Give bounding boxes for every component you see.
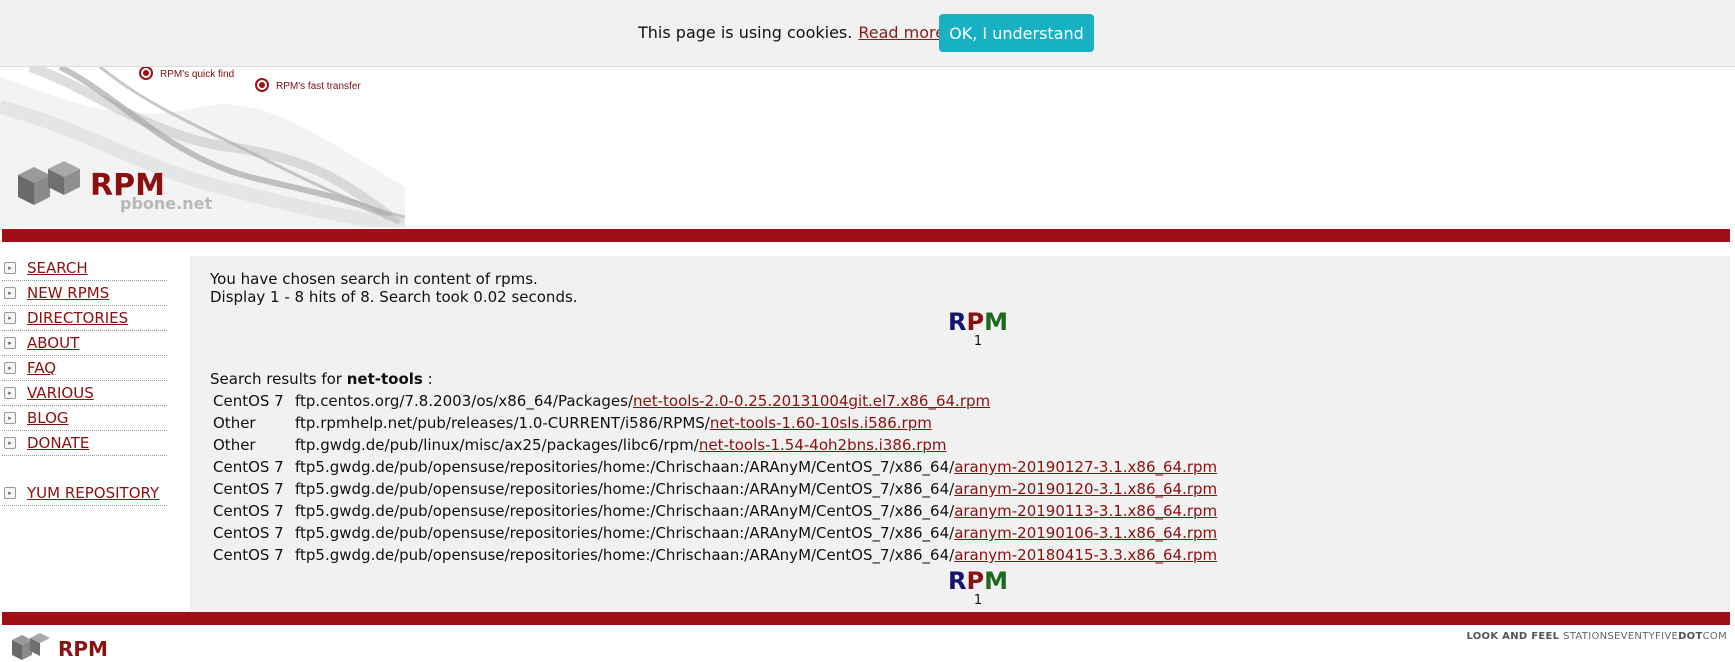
result-package-link[interactable]: aranym-20180415-3.3.x86_64.rpm xyxy=(954,546,1217,564)
result-row: CentOS 7 ftp5.gwdg.de/pub/opensuse/reposi… xyxy=(213,522,1217,544)
intro-line-1: You have chosen search in content of rpm… xyxy=(210,270,538,288)
result-distribution: CentOS 7 xyxy=(213,458,284,476)
result-distribution: Other xyxy=(213,414,256,432)
results-heading: Search results for net-tools : xyxy=(210,370,433,388)
sidebar-item-label[interactable]: YUM REPOSITORY xyxy=(27,484,159,502)
cookie-message: This page is using cookies. Read more xyxy=(638,23,945,42)
result-path: ftp5.gwdg.de/pub/opensuse/repositories/h… xyxy=(295,458,955,476)
result-path: ftp5.gwdg.de/pub/opensuse/repositories/h… xyxy=(295,546,955,564)
pager-page-link[interactable]: 1 xyxy=(928,334,1028,349)
result-path: ftp.gwdg.de/pub/linux/misc/ax25/packages… xyxy=(295,436,699,454)
result-distribution: CentOS 7 xyxy=(213,480,284,498)
footer-logo: RPM xyxy=(12,633,108,661)
bullet-icon: ▸ xyxy=(4,412,16,424)
bullet-icon: ▸ xyxy=(4,262,16,274)
search-query: net-tools xyxy=(346,370,423,388)
result-distribution: CentOS 7 xyxy=(213,502,284,520)
header-banner: RPM's quick find RPM's fast transfer RPM… xyxy=(0,67,405,227)
result-package-link[interactable]: aranym-20190106-3.1.x86_64.rpm xyxy=(954,524,1217,542)
cookie-accept-button[interactable]: OK, I understand xyxy=(939,14,1094,52)
pager-bottom: RPM 1 xyxy=(928,567,1028,608)
result-distribution: Other xyxy=(213,436,256,454)
pager-top: RPM 1 xyxy=(928,308,1028,349)
sidebar-item-search[interactable]: ▸ SEARCH xyxy=(2,256,167,281)
bullet-icon: ▸ xyxy=(4,287,16,299)
result-package-link[interactable]: aranym-20190113-3.1.x86_64.rpm xyxy=(954,502,1217,520)
bullet-icon: ▸ xyxy=(4,487,16,499)
sidebar-item-yum-repository[interactable]: ▸ YUM REPOSITORY xyxy=(2,481,167,506)
bullet-icon: ▸ xyxy=(4,387,16,399)
result-package-link[interactable]: net-tools-1.54-4oh2bns.i386.rpm xyxy=(699,436,947,454)
svg-text:RPM's quick find: RPM's quick find xyxy=(160,69,234,80)
result-path: ftp.centos.org/7.8.2003/os/x86_64/Packag… xyxy=(295,392,634,410)
sidebar-item-faq[interactable]: ▸ FAQ xyxy=(2,356,167,381)
result-row: Other ftp.rpmhelp.net/pub/releases/1.0-CU… xyxy=(213,412,1217,434)
sidebar-item-new-rpms[interactable]: ▸ NEW RPMS xyxy=(2,281,167,306)
result-path: ftp5.gwdg.de/pub/opensuse/repositories/h… xyxy=(295,480,955,498)
header-logo-subtext: pbone.net xyxy=(120,194,212,213)
cookie-text: This page is using cookies. xyxy=(638,23,853,42)
result-row: CentOS 7 ftp5.gwdg.de/pub/opensuse/reposi… xyxy=(213,456,1217,478)
result-package-link[interactable]: aranym-20190120-3.1.x86_64.rpm xyxy=(954,480,1217,498)
bullet-icon: ▸ xyxy=(4,337,16,349)
rpm-boxes-icon xyxy=(12,633,50,660)
sidebar-item-label[interactable]: NEW RPMS xyxy=(27,284,109,302)
intro-line-2: Display 1 - 8 hits of 8. Search took 0.0… xyxy=(210,288,578,306)
results-list: CentOS 7 ftp.centos.org/7.8.2003/os/x86_6… xyxy=(213,390,1217,566)
footer-logo-text: RPM xyxy=(58,637,108,661)
result-row: CentOS 7 ftp5.gwdg.de/pub/opensuse/reposi… xyxy=(213,544,1217,566)
result-row: CentOS 7 ftp5.gwdg.de/pub/opensuse/reposi… xyxy=(213,500,1217,522)
svg-text:RPM's fast transfer: RPM's fast transfer xyxy=(276,81,361,92)
main-content: You have chosen search in content of rpm… xyxy=(190,256,1730,612)
result-row: Other ftp.gwdg.de/pub/linux/misc/ax25/pac… xyxy=(213,434,1217,456)
cookie-bar: This page is using cookies. Read more OK,… xyxy=(0,0,1735,67)
pager-rpm-logo: RPM xyxy=(948,308,1008,336)
sidebar-item-various[interactable]: ▸ VARIOUS xyxy=(2,381,167,406)
result-path: ftp5.gwdg.de/pub/opensuse/repositories/h… xyxy=(295,524,955,542)
sidebar-item-about[interactable]: ▸ ABOUT xyxy=(2,331,167,356)
bullet-icon: ▸ xyxy=(4,362,16,374)
result-distribution: CentOS 7 xyxy=(213,546,284,564)
sidebar-item-label[interactable]: VARIOUS xyxy=(27,384,94,402)
bullet-icon: ▸ xyxy=(4,437,16,449)
result-package-link[interactable]: net-tools-1.60-10sls.i586.rpm xyxy=(710,414,932,432)
result-package-link[interactable]: aranym-20190127-3.1.x86_64.rpm xyxy=(954,458,1217,476)
sidebar-item-label[interactable]: DIRECTORIES xyxy=(27,309,128,327)
bullet-icon: ▸ xyxy=(4,312,16,324)
cookie-read-more-link[interactable]: Read more xyxy=(858,23,945,42)
result-row: CentOS 7 ftp5.gwdg.de/pub/opensuse/reposi… xyxy=(213,478,1217,500)
search-summary: You have chosen search in content of rpm… xyxy=(210,270,578,306)
pager-page-link[interactable]: 1 xyxy=(928,593,1028,608)
sidebar-item-label[interactable]: FAQ xyxy=(27,359,56,377)
sidebar-item-donate[interactable]: ▸ DONATE xyxy=(2,431,167,456)
footer-credit: LOOK AND FEEL STATIONSEVENTYFIVEDOTCOM xyxy=(1466,631,1727,642)
result-package-link[interactable]: net-tools-2.0-0.25.20131004git.el7.x86_6… xyxy=(633,392,990,410)
sidebar-item-blog[interactable]: ▸ BLOG xyxy=(2,406,167,431)
pager-rpm-logo: RPM xyxy=(948,567,1008,595)
footer-red-bar xyxy=(2,612,1730,625)
result-path: ftp5.gwdg.de/pub/opensuse/repositories/h… xyxy=(295,502,955,520)
sidebar-nav: ▸ SEARCH ▸ NEW RPMS ▸ DIRECTORIES ▸ ABOU… xyxy=(2,256,167,506)
result-path: ftp.rpmhelp.net/pub/releases/1.0-CURRENT… xyxy=(295,414,710,432)
sidebar-item-label[interactable]: BLOG xyxy=(27,409,69,427)
header-red-bar xyxy=(2,229,1730,242)
result-row: CentOS 7 ftp.centos.org/7.8.2003/os/x86_6… xyxy=(213,390,1217,412)
sidebar-item-label[interactable]: DONATE xyxy=(27,434,89,452)
sidebar-item-directories[interactable]: ▸ DIRECTORIES xyxy=(2,306,167,331)
sidebar-item-label[interactable]: SEARCH xyxy=(27,259,88,277)
result-distribution: CentOS 7 xyxy=(213,392,284,410)
result-distribution: CentOS 7 xyxy=(213,524,284,542)
sidebar-item-label[interactable]: ABOUT xyxy=(27,334,79,352)
